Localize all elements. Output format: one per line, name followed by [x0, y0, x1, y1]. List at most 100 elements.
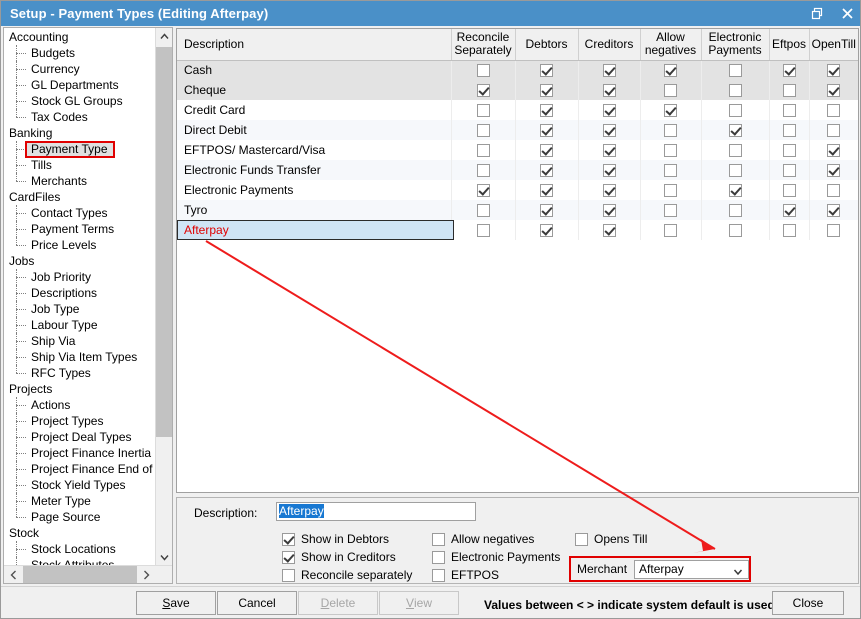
cell-opentill[interactable]	[809, 60, 858, 80]
checkbox-electronic-payments[interactable]	[728, 84, 742, 98]
checkbox-opentill[interactable]	[827, 164, 841, 178]
checkbox-opentill[interactable]	[827, 64, 841, 78]
checkbox-reconcile[interactable]	[476, 124, 490, 138]
cell-electronic-payments[interactable]	[701, 220, 770, 240]
column-header-description[interactable]: Description	[177, 29, 452, 61]
sidebar-item-project-finance-end-of-term[interactable]: Project Finance End of Term	[4, 461, 156, 477]
sidebar-item-meter-type[interactable]: Meter Type	[4, 493, 156, 509]
cell-creditors[interactable]	[578, 80, 641, 100]
cell-opentill[interactable]	[809, 180, 858, 200]
sidebar-item-contact-types[interactable]: Contact Types	[4, 205, 156, 221]
cell-allow-negatives[interactable]	[640, 140, 702, 160]
sidebar-item-rfc-types[interactable]: RFC Types	[4, 365, 156, 381]
tree-group-jobs[interactable]: Jobs	[4, 253, 156, 269]
cell-description[interactable]: Cash	[177, 60, 452, 80]
cell-reconcile[interactable]	[451, 140, 516, 160]
cell-description[interactable]: Tyro	[177, 200, 452, 220]
sidebar-horizontal-scrollbar[interactable]	[4, 565, 172, 583]
checkbox-allow-negatives[interactable]	[664, 64, 677, 78]
cell-allow-negatives[interactable]	[640, 100, 702, 120]
cell-debtors[interactable]	[515, 60, 579, 80]
tree-group-projects[interactable]: Projects	[4, 381, 156, 397]
checkbox-reconcile[interactable]	[476, 144, 490, 158]
checkbox-eftpos[interactable]	[782, 144, 796, 158]
checkbox-reconcile[interactable]	[476, 204, 490, 218]
checkbox-allow-negatives[interactable]	[664, 124, 677, 138]
cell-debtors[interactable]	[515, 180, 579, 200]
checkbox-opentill[interactable]	[827, 84, 841, 98]
sidebar-item-project-deal-types[interactable]: Project Deal Types	[4, 429, 156, 445]
tree-group-banking[interactable]: Banking	[4, 125, 156, 141]
sidebar-item-page-source[interactable]: Page Source	[4, 509, 156, 525]
sidebar-item-price-levels[interactable]: Price Levels	[4, 237, 156, 253]
sidebar-item-ship-via-item-types[interactable]: Ship Via Item Types	[4, 349, 156, 365]
cell-electronic-payments[interactable]	[701, 100, 770, 120]
cell-description[interactable]: Direct Debit	[177, 120, 452, 140]
table-row[interactable]: Cheque	[177, 80, 858, 100]
checkbox-debtors[interactable]	[540, 104, 553, 118]
checkbox-electronic-payments[interactable]	[728, 204, 742, 218]
checkbox-show-in-debtors-box[interactable]	[282, 532, 295, 546]
cell-allow-negatives[interactable]	[640, 80, 702, 100]
cell-eftpos[interactable]	[769, 140, 810, 160]
cell-eftpos[interactable]	[769, 60, 810, 80]
chevron-down-icon[interactable]	[156, 549, 172, 566]
cell-allow-negatives[interactable]	[640, 120, 702, 140]
cell-reconcile[interactable]	[451, 80, 516, 100]
checkbox-electronic-payments[interactable]	[728, 184, 742, 198]
cell-reconcile[interactable]	[451, 200, 516, 220]
checkbox-reconcile[interactable]	[476, 184, 490, 198]
cell-description[interactable]: Cheque	[177, 80, 452, 100]
checkbox-creditors[interactable]	[602, 84, 616, 98]
checkbox-eftpos[interactable]	[782, 164, 796, 178]
cell-debtors[interactable]	[515, 200, 579, 220]
checkbox-creditors[interactable]	[602, 224, 616, 238]
cell-allow-negatives[interactable]	[640, 200, 702, 220]
checkbox-debtors[interactable]	[540, 224, 553, 238]
sidebar-item-tills[interactable]: Tills	[4, 157, 156, 173]
cell-debtors[interactable]	[515, 100, 579, 120]
table-row[interactable]: EFTPOS/ Mastercard/Visa	[177, 140, 858, 160]
checkbox-debtors[interactable]	[540, 124, 553, 138]
cell-electronic-payments[interactable]	[701, 180, 770, 200]
checkbox-creditors[interactable]	[602, 104, 616, 118]
sidebar-item-labour-type[interactable]: Labour Type	[4, 317, 156, 333]
sidebar-item-actions[interactable]: Actions	[4, 397, 156, 413]
cell-description[interactable]: Electronic Funds Transfer	[177, 160, 452, 180]
cell-eftpos[interactable]	[769, 200, 810, 220]
tree-group-accounting[interactable]: Accounting	[4, 29, 156, 45]
checkbox-allow-negatives-box[interactable]	[432, 532, 445, 546]
cell-electronic-payments[interactable]	[701, 80, 770, 100]
table-row[interactable]: Direct Debit	[177, 120, 858, 140]
checkbox-eftpos[interactable]	[782, 64, 796, 78]
sidebar-scroll-thumb[interactable]	[156, 47, 172, 437]
checkbox-eftpos[interactable]	[782, 224, 796, 238]
checkbox-opens-till-box[interactable]	[575, 532, 588, 546]
cell-allow-negatives[interactable]	[640, 160, 702, 180]
sidebar-item-project-types[interactable]: Project Types	[4, 413, 156, 429]
checkbox-opens-till[interactable]: Opens Till	[575, 532, 647, 546]
cell-description[interactable]: Electronic Payments	[177, 180, 452, 200]
checkbox-allow-negatives[interactable]	[664, 84, 677, 98]
save-button[interactable]: Save	[136, 591, 216, 615]
checkbox-show-in-creditors[interactable]: Show in Creditors	[282, 550, 396, 564]
checkbox-debtors[interactable]	[540, 164, 553, 178]
checkbox-debtors[interactable]	[540, 184, 553, 198]
checkbox-electronic-payments[interactable]: Electronic Payments	[432, 550, 560, 564]
cell-electronic-payments[interactable]	[701, 140, 770, 160]
table-row[interactable]: Electronic Payments	[177, 180, 858, 200]
setup-tree[interactable]: Accounting Budgets Currency GL Departmen…	[4, 28, 156, 566]
column-header-electronic-payments[interactable]: Electronic Payments	[701, 29, 770, 61]
cell-eftpos[interactable]	[769, 160, 810, 180]
table-row[interactable]: Afterpay	[177, 220, 858, 240]
cell-opentill[interactable]	[809, 100, 858, 120]
cell-eftpos[interactable]	[769, 100, 810, 120]
sidebar-item-budgets[interactable]: Budgets	[4, 45, 156, 61]
cell-eftpos[interactable]	[769, 220, 810, 240]
checkbox-eftpos[interactable]	[782, 204, 796, 218]
column-header-creditors[interactable]: Creditors	[578, 29, 641, 61]
cell-opentill[interactable]	[809, 200, 858, 220]
checkbox-opentill[interactable]	[827, 124, 841, 138]
checkbox-opentill[interactable]	[827, 224, 841, 238]
checkbox-reconcile-separately[interactable]: Reconcile separately	[282, 568, 412, 582]
